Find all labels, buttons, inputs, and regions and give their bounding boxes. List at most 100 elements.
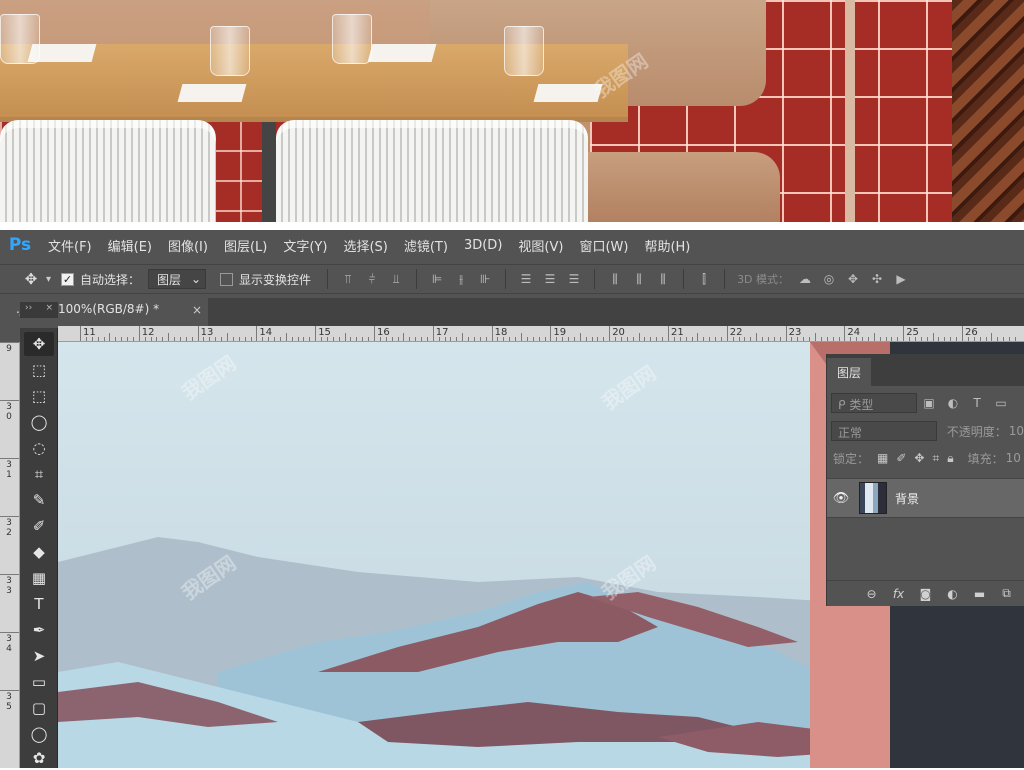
ruler-tick (0, 574, 19, 575)
type-tool-icon[interactable]: T (24, 592, 54, 616)
ruler-horizontal[interactable]: 11 12 13 14 15 16 17 18 19 20 21 22 23 24 25 26 (58, 326, 1024, 342)
new-adjustment-icon[interactable]: ◐ (939, 587, 966, 601)
lock-position-icon[interactable]: ✥ (914, 451, 924, 465)
ruler-minor-tick (568, 337, 570, 341)
distribute-bottom-icon[interactable]: ☰ (562, 268, 586, 290)
ruler-minor-tick (562, 337, 564, 341)
menu-view[interactable]: 视图(V) (510, 236, 571, 255)
water-glass (504, 26, 544, 76)
ruler-vertical[interactable]: 9 3 0 3 1 3 2 3 3 3 4 3 5 (0, 342, 20, 768)
align-vcenter-icon[interactable]: ⫩ (360, 268, 384, 290)
rounded-rect-tool-icon[interactable]: ▢ (24, 696, 54, 720)
auto-select-checkbox[interactable]: ✓ (61, 272, 75, 286)
move-tool-preset-icon[interactable]: ✥ (16, 270, 46, 288)
fx-icon[interactable]: fx (885, 587, 912, 601)
ruler-tick (0, 690, 19, 691)
menu-image[interactable]: 图像(I) (160, 236, 216, 255)
filter-shape-icon[interactable]: ▭ (989, 392, 1013, 414)
eraser-tool-icon[interactable]: ◆ (24, 540, 54, 564)
align-right-icon[interactable]: ⊪ (473, 268, 497, 290)
new-group-icon[interactable]: ▬ (966, 587, 993, 601)
layer-row-background[interactable]: 👁︎ 背景 (827, 478, 1024, 518)
path-select-tool-icon[interactable]: ➤ (24, 644, 54, 668)
menu-edit[interactable]: 编辑(E) (100, 236, 160, 255)
menu-layer[interactable]: 图层(L) (216, 236, 275, 255)
3d-slide-icon[interactable]: ✣ (865, 268, 889, 290)
chevron-down-icon[interactable]: ▾ (46, 274, 51, 285)
3d-scale-icon[interactable]: ▶ (889, 268, 913, 290)
fill-value[interactable]: 10 (1006, 451, 1021, 465)
rectangle-tool-icon[interactable]: ▭ (24, 670, 54, 694)
3d-pan-icon[interactable]: ✥ (841, 268, 865, 290)
distribute-left-icon[interactable]: ⫼ (603, 268, 627, 290)
menu-file[interactable]: 文件(F) (40, 236, 100, 255)
ruler-minor-tick (632, 337, 634, 341)
show-transform-checkbox[interactable] (220, 272, 234, 286)
ruler-tick (550, 326, 552, 341)
filter-adjustment-icon[interactable]: ◐ (941, 392, 965, 414)
lock-pixels-icon[interactable]: ✐ (896, 451, 906, 465)
menu-type[interactable]: 文字(Y) (275, 236, 335, 255)
align-left-icon[interactable]: ⊫ (425, 268, 449, 290)
lock-artboard-icon[interactable]: ⌗ (932, 451, 939, 466)
ruler-minor-tick (856, 337, 858, 341)
auto-select-dropdown[interactable]: 图层 ⌄ (148, 269, 207, 289)
eye-icon[interactable]: 👁︎ (827, 491, 855, 506)
opacity-value[interactable]: 10 (1009, 424, 1024, 438)
distribute-right-icon[interactable]: ⫼ (651, 268, 675, 290)
menu-filter[interactable]: 滤镜(T) (396, 236, 456, 255)
new-layer-icon[interactable]: ⧉ (993, 586, 1020, 601)
custom-shape-tool-icon[interactable]: ✿ (24, 746, 54, 770)
artboard-tool-icon[interactable]: ⬚ (24, 358, 54, 382)
brush-tool-icon[interactable]: ✐ (24, 514, 54, 538)
lock-all-icon[interactable]: 🔒︎ (947, 451, 953, 466)
tab-layers[interactable]: 图层 (827, 358, 872, 386)
ruler-minor-tick (720, 337, 722, 341)
add-mask-icon[interactable]: ◙ (912, 587, 939, 601)
ruler-minor-tick (932, 333, 934, 341)
ellipse-tool-icon[interactable]: ◯ (24, 722, 54, 746)
filter-pixel-icon[interactable]: ▣ (917, 392, 941, 414)
ruler-minor-tick (656, 337, 658, 341)
expand-icon[interactable]: ›› (25, 303, 32, 317)
menu-help[interactable]: 帮助(H) (636, 236, 698, 255)
distribute-hcenter-icon[interactable]: ⫼ (627, 268, 651, 290)
ruler-minor-tick (809, 337, 811, 341)
marquee-tool-icon[interactable]: ⬚ (24, 384, 54, 408)
align-bottom-icon[interactable]: ⫫ (384, 268, 408, 290)
ruler-minor-tick (450, 337, 452, 341)
lock-transparent-icon[interactable]: ▦ (877, 451, 888, 465)
filter-type-icon[interactable]: T (965, 392, 989, 414)
wicker-chair (0, 120, 216, 222)
lasso-tool-icon[interactable]: ◯ (24, 410, 54, 434)
align-hcenter-icon[interactable]: ⫲ (449, 268, 473, 290)
3d-orbit-icon[interactable]: ☁ (793, 268, 817, 290)
ruler-minor-tick (456, 337, 458, 341)
gradient-tool-icon[interactable]: ▦ (24, 566, 54, 590)
link-layers-icon[interactable]: ⊖ (858, 587, 885, 601)
auto-align-icon[interactable]: ⫿ (692, 268, 716, 290)
ruler-minor-tick (97, 337, 99, 341)
blend-mode-select[interactable]: 正常 (831, 421, 937, 441)
3d-roll-icon[interactable]: ◎ (817, 268, 841, 290)
menu-3d[interactable]: 3D(D) (456, 238, 510, 253)
ruler-minor-tick (268, 337, 270, 341)
divider (683, 269, 685, 289)
distribute-vcenter-icon[interactable]: ☰ (538, 268, 562, 290)
ruler-tick (138, 326, 140, 341)
menu-window[interactable]: 窗口(W) (571, 236, 636, 255)
move-tool-icon[interactable]: ✥ (24, 332, 54, 356)
close-icon[interactable]: × (192, 303, 202, 317)
align-top-icon[interactable]: ⫪ (336, 268, 360, 290)
ruler-minor-tick (914, 337, 916, 341)
crop-tool-icon[interactable]: ⌗ (24, 462, 54, 486)
kind-filter-select[interactable]: ᑭ 类型 (831, 393, 917, 413)
ruler-minor-tick (662, 337, 664, 341)
distribute-top-icon[interactable]: ☰ (514, 268, 538, 290)
pen-tool-icon[interactable]: ✒ (24, 618, 54, 642)
close-icon[interactable]: × (45, 303, 53, 317)
quick-select-tool-icon[interactable]: ◌ (24, 436, 54, 460)
ruler-minor-tick (579, 333, 581, 341)
menu-select[interactable]: 选择(S) (335, 236, 395, 255)
eyedropper-tool-icon[interactable]: ✎ (24, 488, 54, 512)
